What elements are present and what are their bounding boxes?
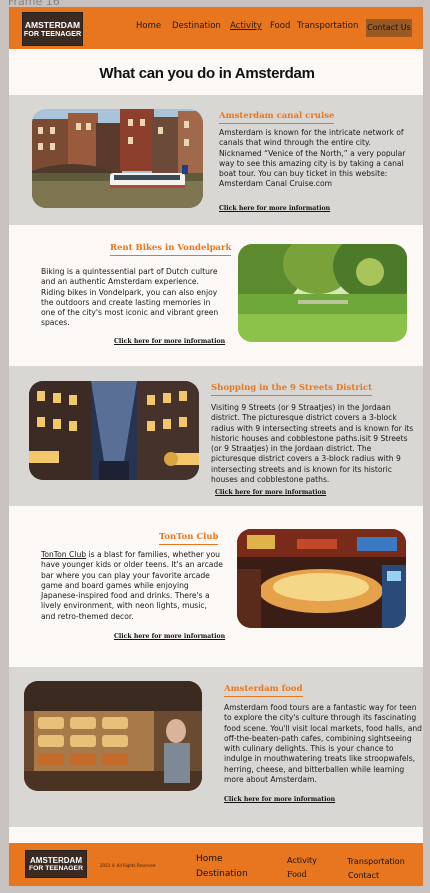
footer-logo-line-1: AMSTERDAM — [30, 856, 82, 865]
footer-nav-destination[interactable]: Destination — [196, 869, 248, 879]
footer-nav-transportation[interactable]: Transportation — [347, 857, 405, 866]
tonton-heading: TonTon Club — [159, 532, 219, 545]
nav-destination[interactable]: Destination — [172, 21, 221, 31]
footer-logo-line-2: FOR TEENAGER — [28, 865, 83, 873]
tonton-photo — [237, 529, 406, 628]
nine-streets-text: Visiting 9 Streets (or 9 Straatjes) in t… — [211, 403, 414, 485]
page: AMSTERDAM FOR TEENAGER Home Destination … — [9, 7, 423, 886]
nine-streets-photo — [29, 381, 199, 480]
amsterdam-food-photo — [24, 681, 202, 791]
nav-food[interactable]: Food — [270, 21, 290, 31]
section-tonton-club: TonTon Club TonTon Club is a blast for f… — [9, 506, 423, 667]
vondelpark-heading: Rent Bikes in Vondelpark — [110, 243, 232, 256]
nav-activity[interactable]: Activity — [230, 21, 262, 31]
vondelpark-text: Biking is a quintessential part of Dutch… — [41, 267, 219, 328]
copyright-text: 2023 © All Rights Reserved — [100, 863, 156, 868]
nav-home[interactable]: Home — [136, 21, 161, 31]
food-text: Amsterdam food tours are a fantastic way… — [224, 703, 422, 785]
canal-cruise-text: Amsterdam is known for the intricate net… — [219, 128, 406, 189]
vondelpark-photo — [238, 244, 407, 342]
nav-transportation[interactable]: Transportation — [297, 21, 358, 31]
footer-nav-activity[interactable]: Activity — [287, 856, 317, 865]
canal-cruise-heading: Amsterdam canal cruise — [219, 111, 335, 124]
canal-cruise-more-link[interactable]: Click here for more information — [219, 205, 330, 212]
food-more-link[interactable]: Click here for more information — [224, 796, 335, 803]
footer-logo[interactable]: AMSTERDAM FOR TEENAGER — [25, 850, 87, 878]
tonton-more-link[interactable]: Click here for more information — [114, 633, 225, 640]
food-heading: Amsterdam food — [224, 684, 303, 697]
contact-us-button[interactable]: Contact Us — [366, 19, 412, 37]
footer-nav-contact[interactable]: Contact — [348, 871, 379, 880]
tonton-text-body: is a blast for families, whether you hav… — [41, 550, 223, 621]
site-header: AMSTERDAM FOR TEENAGER Home Destination … — [9, 7, 423, 49]
vondelpark-more-link[interactable]: Click here for more information — [114, 338, 225, 345]
section-nine-streets: Shopping in the 9 Streets District Visit… — [9, 366, 423, 506]
section-amsterdam-food: Amsterdam food Amsterdam food tours are … — [9, 667, 423, 827]
logo-line-2: FOR TEENAGER — [23, 28, 82, 38]
tonton-text: TonTon Club is a blast for families, whe… — [41, 550, 223, 622]
section-vondelpark: Rent Bikes in Vondelpark Biking is a qui… — [9, 225, 423, 366]
nine-streets-heading: Shopping in the 9 Streets District — [211, 383, 373, 396]
page-title: What can you do in Amsterdam — [99, 65, 315, 82]
spacer-band — [9, 827, 423, 843]
canal-cruise-photo — [32, 109, 203, 208]
tonton-inline-link[interactable]: TonTon Club — [41, 550, 86, 559]
nine-streets-more-link[interactable]: Click here for more information — [215, 489, 326, 496]
footer-nav-home[interactable]: Home — [196, 854, 223, 864]
section-canal-cruise: Amsterdam canal cruise Amsterdam is know… — [9, 95, 423, 225]
site-footer: AMSTERDAM FOR TEENAGER 2023 © All Rights… — [9, 843, 423, 886]
site-logo[interactable]: AMSTERDAM FOR TEENAGER — [22, 12, 83, 46]
footer-nav-food[interactable]: Food — [287, 870, 307, 879]
